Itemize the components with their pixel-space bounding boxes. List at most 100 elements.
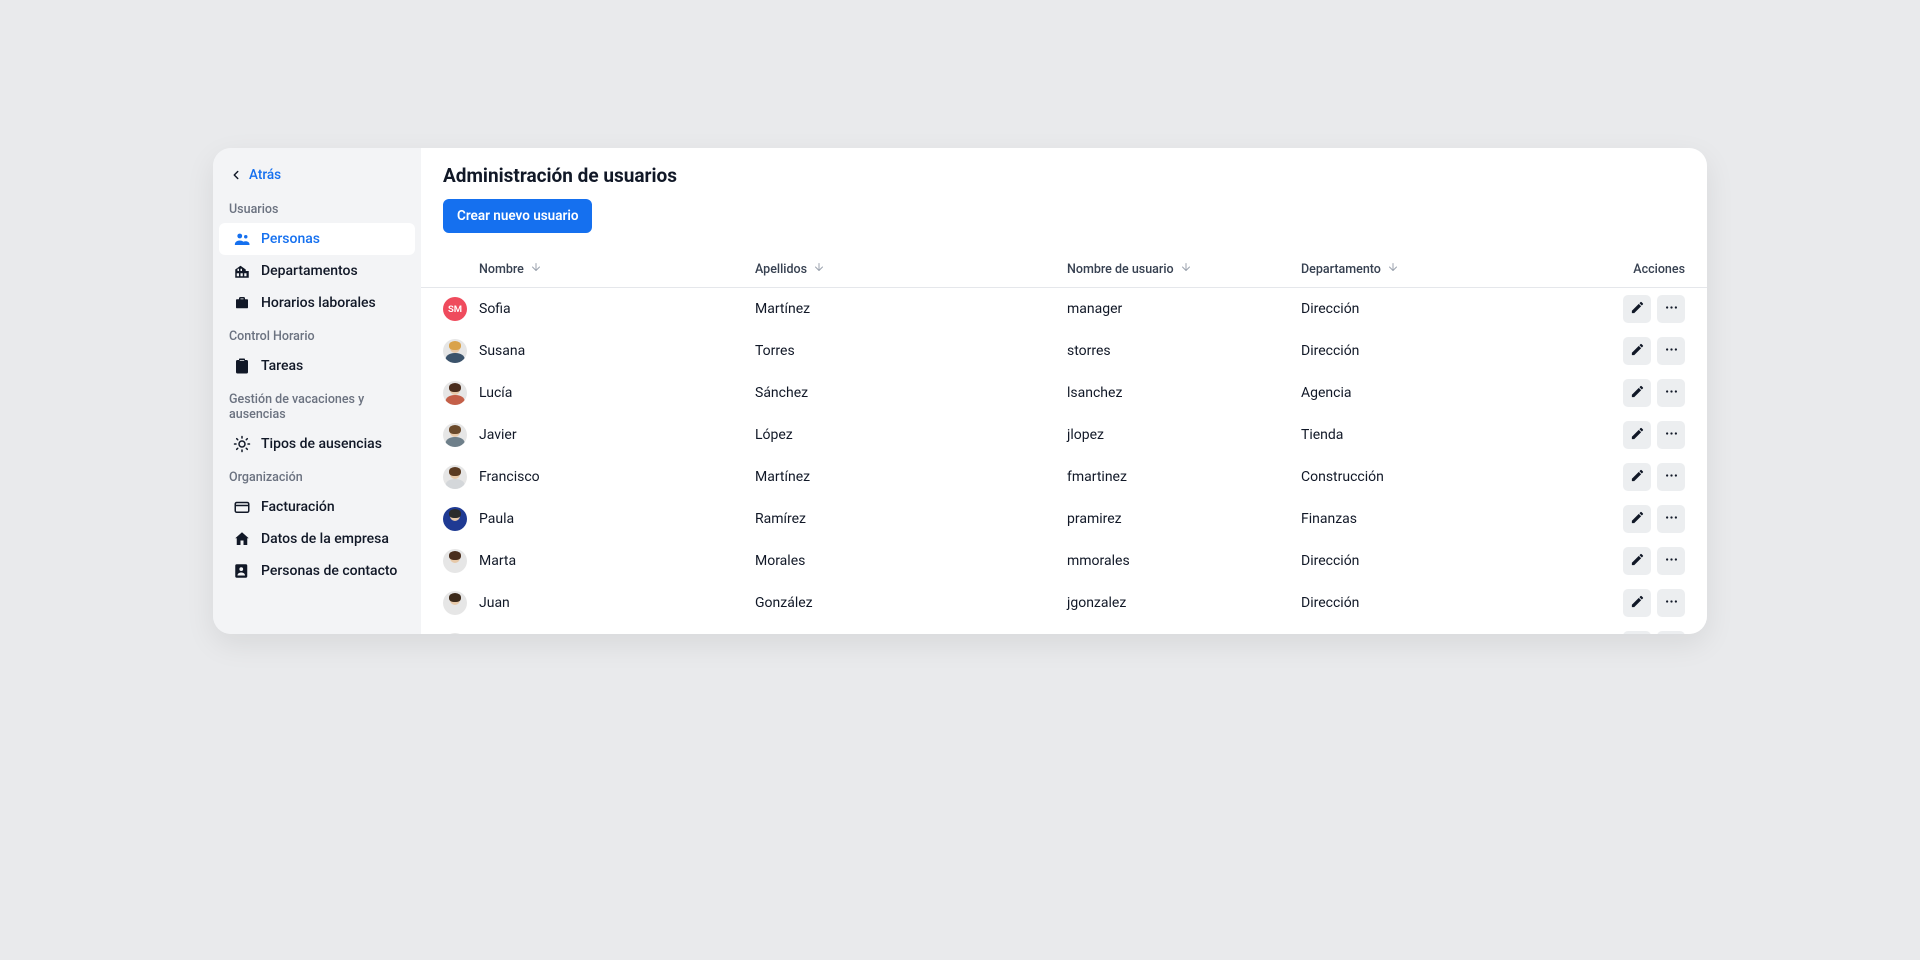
column-header-name[interactable]: Nombre — [479, 261, 755, 277]
arrow-down-icon — [813, 261, 825, 277]
sidebar-item[interactable]: Horarios laborales — [219, 287, 415, 319]
sidebar-item-label: Datos de la empresa — [261, 531, 389, 547]
dots-icon — [1664, 300, 1679, 319]
briefcase-icon — [233, 294, 251, 312]
more-button[interactable] — [1657, 463, 1685, 491]
edit-button[interactable] — [1623, 421, 1651, 449]
main-header: Administración de usuarios Crear nuevo u… — [421, 148, 1707, 247]
cell-lastname: López — [755, 427, 1067, 443]
table-row[interactable]: SMSofiaMartínezmanagerDirección — [421, 288, 1707, 330]
dots-icon — [1664, 594, 1679, 613]
more-button[interactable] — [1657, 505, 1685, 533]
edit-button[interactable] — [1623, 505, 1651, 533]
sidebar-item[interactable]: Personas — [219, 223, 415, 255]
table-row[interactable]: JavierLópezjlopezTienda — [421, 414, 1707, 456]
cell-username: jgonzalez — [1067, 595, 1301, 611]
table-row[interactable]: AlejandroGarcíaagarciaAgencia — [421, 624, 1707, 634]
cell-department: Dirección — [1301, 553, 1609, 569]
arrow-down-icon — [1387, 261, 1399, 277]
dots-icon — [1664, 426, 1679, 445]
cell-username: lsanchez — [1067, 385, 1301, 401]
cell-username: manager — [1067, 301, 1301, 317]
sidebar-item-label: Departamentos — [261, 263, 358, 279]
sidebar-item-label: Facturación — [261, 499, 335, 515]
cell-name: Sofia — [479, 301, 755, 317]
more-button[interactable] — [1657, 589, 1685, 617]
card-icon — [233, 498, 251, 516]
more-button[interactable] — [1657, 379, 1685, 407]
sidebar-nav: Usuarios Personas Departamentos Horarios la… — [213, 192, 421, 587]
edit-button[interactable] — [1623, 463, 1651, 491]
more-button[interactable] — [1657, 421, 1685, 449]
table-row[interactable]: JuanGonzálezjgonzalezDirección — [421, 582, 1707, 624]
avatar-face — [443, 507, 467, 531]
create-user-button[interactable]: Crear nuevo usuario — [443, 199, 592, 233]
more-button[interactable] — [1657, 547, 1685, 575]
sidebar-item-label: Personas — [261, 231, 320, 247]
cell-department: Agencia — [1301, 385, 1609, 401]
more-button[interactable] — [1657, 631, 1685, 634]
edit-button[interactable] — [1623, 631, 1651, 634]
dots-icon — [1664, 468, 1679, 487]
table-row[interactable]: FranciscoMartínezfmartinezConstrucción — [421, 456, 1707, 498]
edit-button[interactable] — [1623, 379, 1651, 407]
avatar-face — [443, 591, 467, 615]
column-header-department[interactable]: Departamento — [1301, 261, 1609, 277]
cell-lastname: Morales — [755, 553, 1067, 569]
table-row[interactable]: PaulaRamírezpramirezFinanzas — [421, 498, 1707, 540]
sidebar-item[interactable]: Personas de contacto — [219, 555, 415, 587]
edit-button[interactable] — [1623, 337, 1651, 365]
user-table: Nombre Apellidos Nombre de usuario Depar… — [421, 247, 1707, 634]
cell-username: mmorales — [1067, 553, 1301, 569]
app-card: Atrás Usuarios Personas Departamentos Horar… — [213, 148, 1707, 634]
row-actions — [1623, 421, 1685, 449]
column-header-lastname[interactable]: Apellidos — [755, 261, 1067, 277]
more-button[interactable] — [1657, 295, 1685, 323]
main-panel: Administración de usuarios Crear nuevo u… — [421, 148, 1707, 634]
row-actions — [1623, 505, 1685, 533]
dots-icon — [1664, 510, 1679, 529]
house-icon — [233, 530, 251, 548]
pencil-icon — [1630, 300, 1645, 319]
sidebar-item-label: Horarios laborales — [261, 295, 376, 311]
avatar-face — [443, 423, 467, 447]
column-header-name-label: Nombre — [479, 262, 524, 277]
clipboard-icon — [233, 357, 251, 375]
table-row[interactable]: LucíaSánchezlsanchezAgencia — [421, 372, 1707, 414]
arrow-down-icon — [1180, 261, 1192, 277]
pencil-icon — [1630, 468, 1645, 487]
row-actions — [1623, 631, 1685, 634]
table-body: SMSofiaMartínezmanagerDirección.row:nth-… — [421, 288, 1707, 634]
back-button[interactable]: Atrás — [213, 160, 421, 192]
edit-button[interactable] — [1623, 295, 1651, 323]
column-header-department-label: Departamento — [1301, 262, 1381, 277]
more-button[interactable] — [1657, 337, 1685, 365]
avatar — [443, 633, 467, 634]
sidebar-section-label: Usuarios — [213, 192, 421, 223]
sidebar-item[interactable]: Facturación — [219, 491, 415, 523]
edit-button[interactable] — [1623, 589, 1651, 617]
sidebar-item-label: Tareas — [261, 358, 303, 374]
cell-department: Finanzas — [1301, 511, 1609, 527]
arrow-down-icon — [530, 261, 542, 277]
cell-username: pramirez — [1067, 511, 1301, 527]
edit-button[interactable] — [1623, 547, 1651, 575]
sidebar-item[interactable]: Tipos de ausencias — [219, 428, 415, 460]
back-label: Atrás — [249, 167, 281, 183]
column-header-username[interactable]: Nombre de usuario — [1067, 261, 1301, 277]
table-row[interactable]: SusanaTorresstorresDirección — [421, 330, 1707, 372]
sidebar-item[interactable]: Datos de la empresa — [219, 523, 415, 555]
cell-lastname: Ramírez — [755, 511, 1067, 527]
table-row[interactable]: MartaMoralesmmoralesDirección — [421, 540, 1707, 582]
cell-name: Marta — [479, 553, 755, 569]
pencil-icon — [1630, 510, 1645, 529]
sidebar-section-label: Organización — [213, 460, 421, 491]
cell-lastname: Martínez — [755, 301, 1067, 317]
sidebar-item[interactable]: Tareas — [219, 350, 415, 382]
sidebar-item[interactable]: Departamentos — [219, 255, 415, 287]
cell-name: Javier — [479, 427, 755, 443]
avatar — [443, 423, 467, 447]
avatar-face — [443, 465, 467, 489]
table-header-row: Nombre Apellidos Nombre de usuario Depar… — [421, 247, 1707, 288]
column-header-username-label: Nombre de usuario — [1067, 262, 1174, 277]
